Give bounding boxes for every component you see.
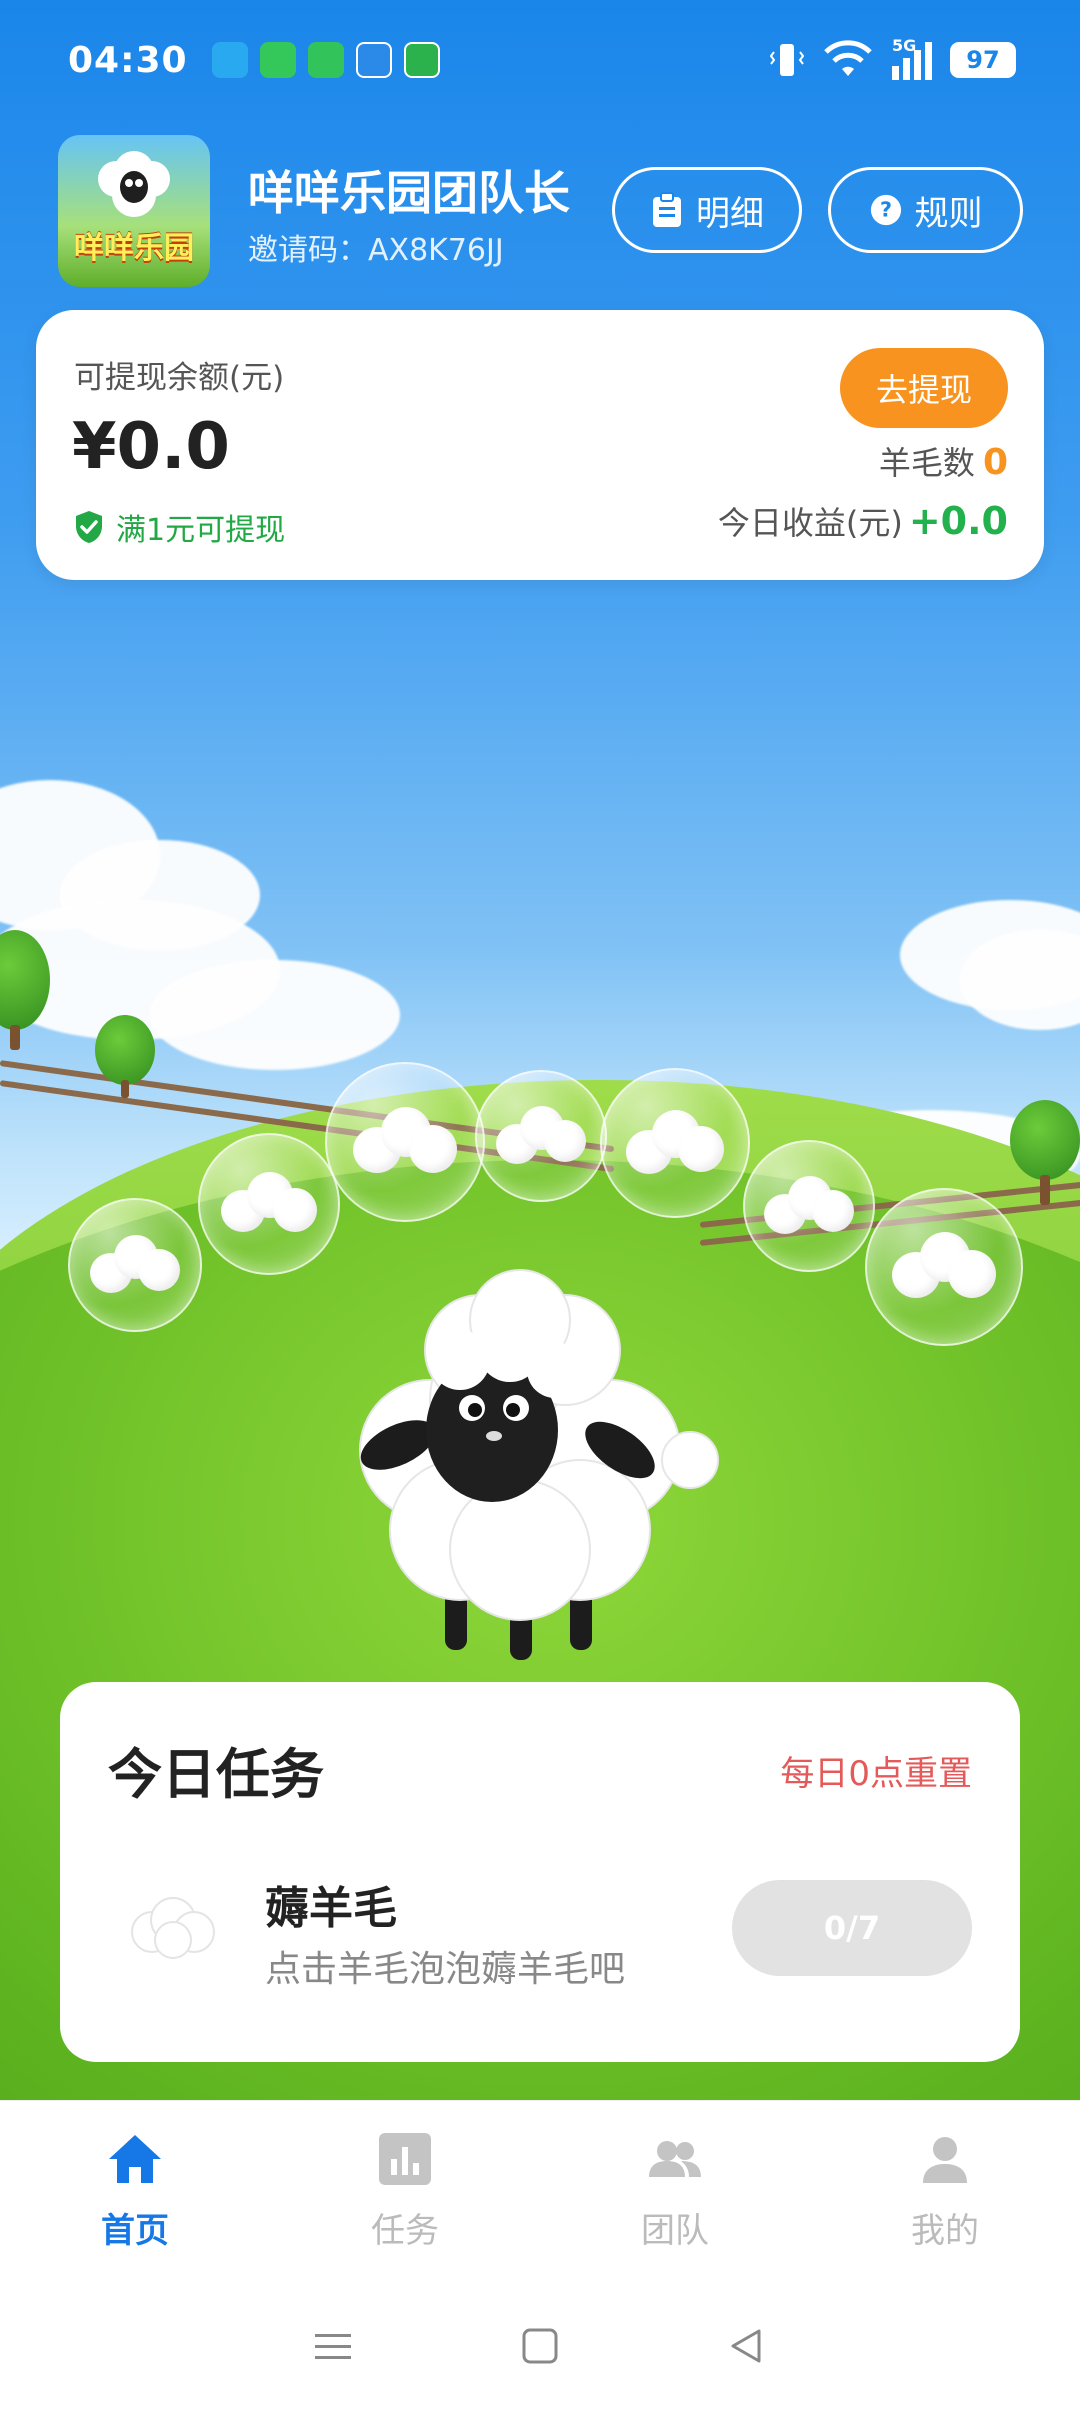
clipboard-icon: [653, 192, 681, 227]
network-type: 5G: [892, 36, 917, 55]
menu-icon[interactable]: [313, 2326, 353, 2366]
message-notification-icon: [307, 42, 344, 78]
bottom-navigation: 首页 任务 团队 我的: [0, 2100, 1080, 2280]
wool-bubble[interactable]: [325, 1062, 485, 1222]
shield-notification-icon: [403, 42, 440, 78]
invite-code-value[interactable]: AX8K76JJ: [368, 233, 504, 268]
svg-text:?: ?: [879, 198, 891, 222]
chart-icon: [379, 2133, 431, 2185]
withdraw-tip-text: 满1元可提现: [116, 513, 286, 548]
status-bar: 04:30 5G 97: [0, 0, 1080, 120]
status-time: 04:30: [68, 39, 188, 81]
help-icon: ?: [870, 194, 901, 226]
balance-amount: ¥0.0: [72, 410, 230, 484]
team-icon: [649, 2141, 701, 2177]
home-square-icon[interactable]: [520, 2326, 560, 2366]
wool-bubble[interactable]: [743, 1140, 875, 1272]
wool-count: 羊毛数 0: [879, 438, 1008, 484]
header: 咩咩乐园 咩咩乐园团队长 邀请码：AX8K76JJ 明细 ? 规则: [58, 135, 1023, 290]
wool-bubble[interactable]: [600, 1068, 750, 1218]
nav-team-label: 团队: [641, 2211, 709, 2251]
daily-task-card: 今日任务 每日0点重置 薅羊毛 点击羊毛泡泡薅羊毛吧 0/7: [60, 1682, 1020, 2062]
logo-text: 咩咩乐园: [74, 231, 194, 266]
sheep-logo-icon: [98, 151, 170, 217]
withdraw-button[interactable]: 去提现: [840, 348, 1008, 428]
link-notification-icon: [355, 42, 392, 78]
task-name: 薅羊毛: [265, 1883, 397, 1934]
task-reset-note: 每日0点重置: [780, 1754, 972, 1794]
today-earnings: 今日收益(元) +0.0: [718, 498, 1008, 544]
system-navigation-bar: [0, 2280, 1080, 2412]
nav-profile-label: 我的: [911, 2211, 979, 2251]
nav-tasks[interactable]: 任务: [270, 2101, 540, 2280]
invite-code: 邀请码：AX8K76JJ: [248, 225, 504, 269]
nav-home-label: 首页: [101, 2211, 169, 2251]
profile-icon: [923, 2137, 967, 2183]
wool-bubble[interactable]: [198, 1133, 340, 1275]
app-title: 咩咩乐园团队长: [248, 166, 570, 220]
app-logo: 咩咩乐园: [58, 135, 210, 287]
shield-check-icon: [76, 511, 102, 543]
signal-icon: 5G: [892, 36, 932, 80]
phone-notification-icon: [259, 42, 296, 78]
task-description: 点击羊毛泡泡薅羊毛吧: [265, 1949, 626, 1990]
wool-bubble[interactable]: [865, 1188, 1023, 1346]
vibrate-icon: [770, 44, 804, 76]
withdraw-tip: 满1元可提现: [74, 505, 285, 549]
invite-label: 邀请码：: [248, 233, 368, 268]
rules-button[interactable]: ? 规则: [828, 167, 1023, 253]
balance-card: 可提现余额(元) ¥0.0 满1元可提现 去提现 羊毛数 0 今日收益(元) +0.…: [36, 310, 1044, 580]
cloud: [150, 960, 400, 1070]
battery-indicator: 97: [950, 42, 1016, 78]
back-icon[interactable]: [727, 2326, 767, 2366]
rules-button-label: 规则: [914, 193, 983, 234]
wifi-icon: [824, 40, 872, 76]
nav-team[interactable]: 团队: [540, 2101, 810, 2280]
today-earnings-value: +0.0: [908, 499, 1008, 543]
detail-button-label: 明细: [696, 193, 764, 234]
wool-bubble[interactable]: [475, 1070, 607, 1202]
wool-bubble[interactable]: [68, 1198, 202, 1332]
task-card-title: 今日任务: [108, 1743, 324, 1806]
wool-count-label: 羊毛数: [878, 444, 975, 482]
status-right: 5G 97: [770, 36, 1016, 80]
balance-label: 可提现余额(元): [74, 360, 285, 396]
detail-button[interactable]: 明细: [612, 167, 802, 253]
wool-icon: [131, 1897, 215, 1959]
wool-count-value: 0: [982, 442, 1008, 483]
nav-tasks-label: 任务: [371, 2211, 439, 2251]
nav-home[interactable]: 首页: [0, 2101, 270, 2280]
nav-profile[interactable]: 我的: [810, 2101, 1080, 2280]
today-earnings-label: 今日收益(元): [717, 504, 903, 542]
qq-notification-icon: [211, 42, 248, 78]
task-progress-button[interactable]: 0/7: [732, 1880, 972, 1976]
sheep-character[interactable]: [320, 1250, 740, 1670]
home-icon: [109, 2135, 161, 2183]
